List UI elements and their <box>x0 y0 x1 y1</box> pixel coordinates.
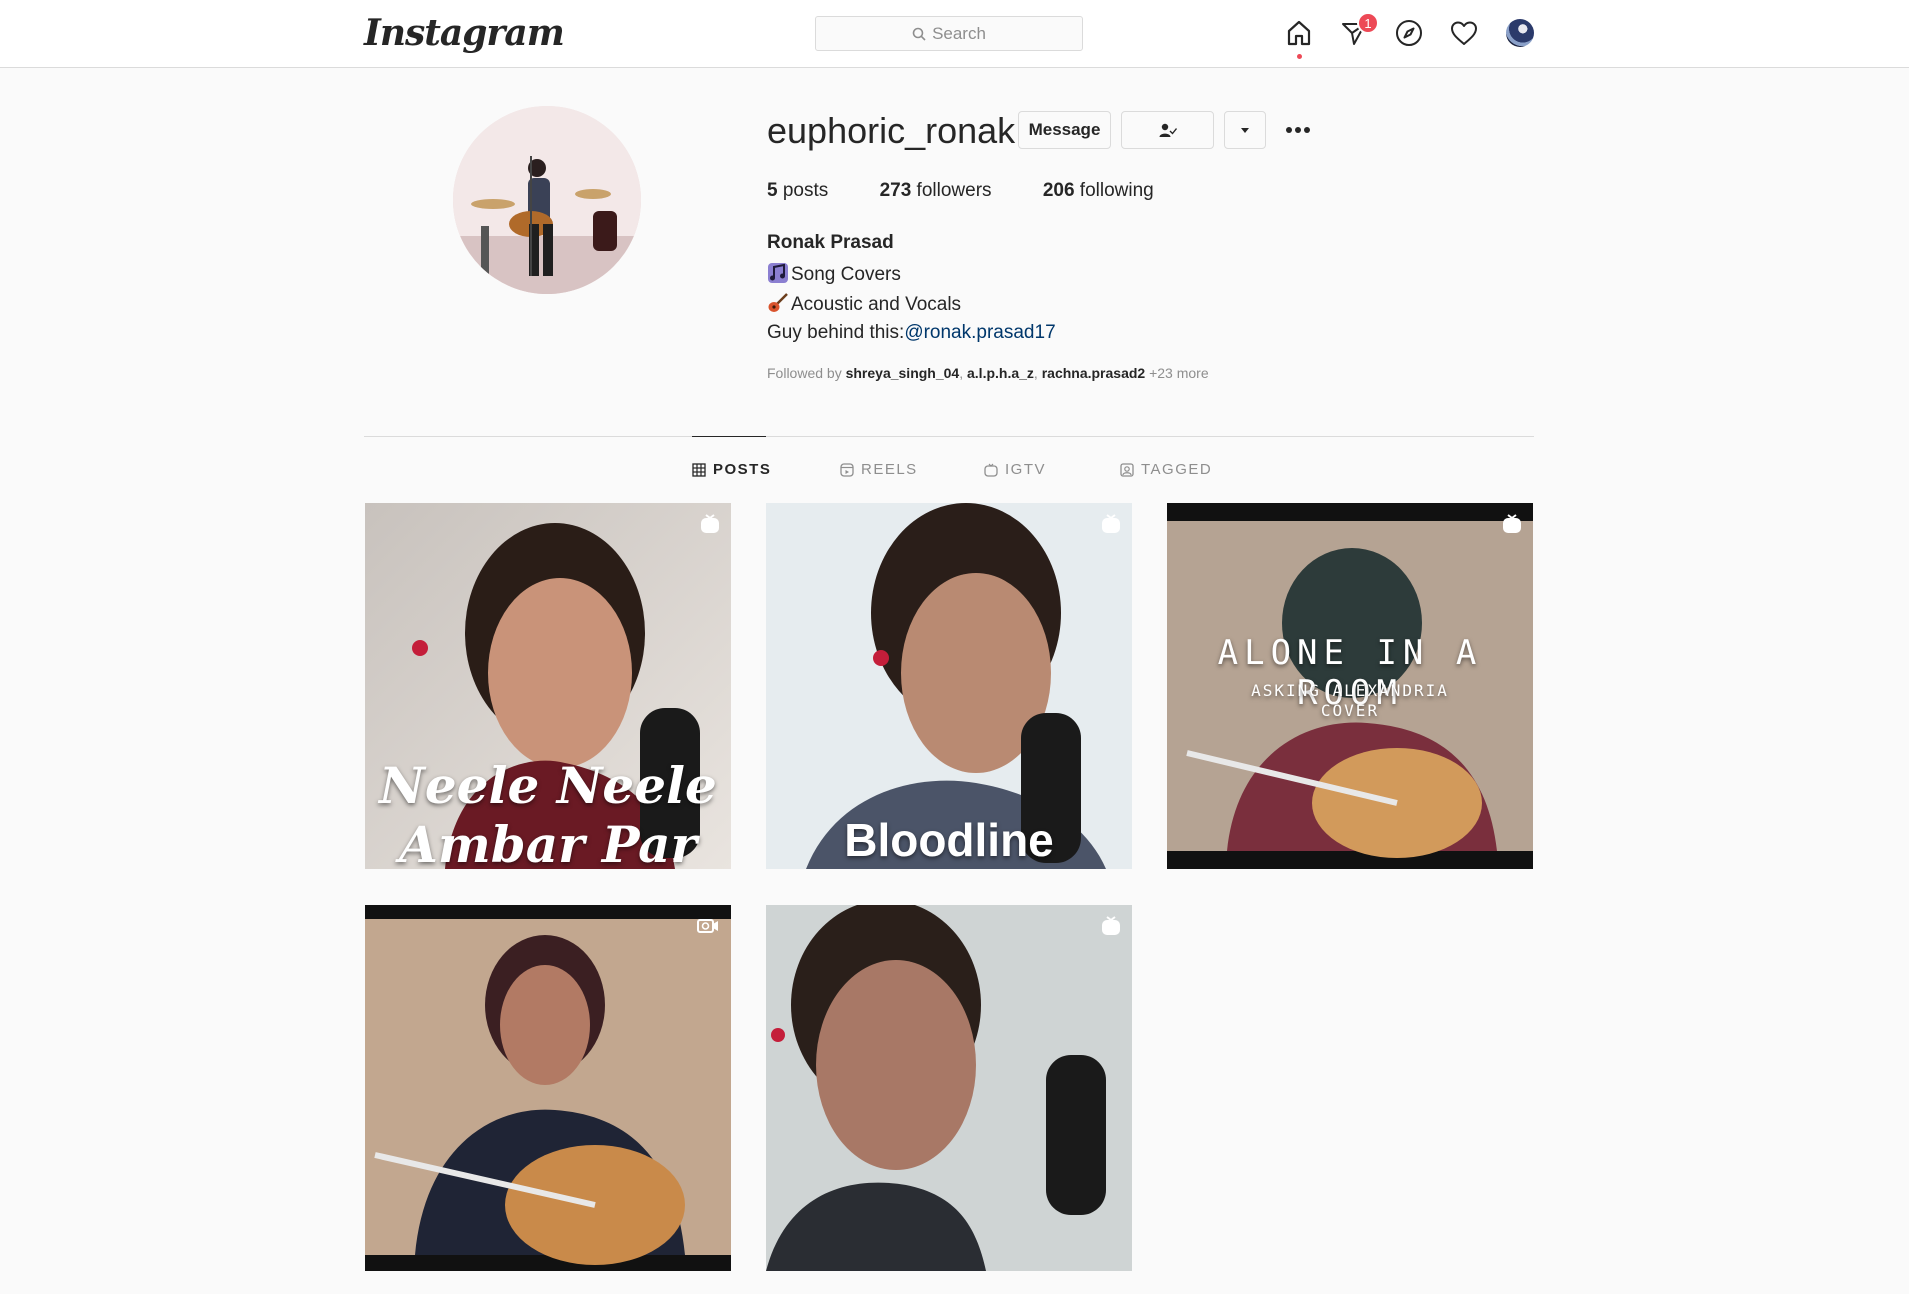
igtv-icon <box>1503 514 1521 533</box>
user-check-icon <box>1159 123 1177 137</box>
bio-line2: Acoustic and Vocals <box>791 294 962 315</box>
profile-stats: 5 posts 273 followers 206 following <box>767 180 1200 202</box>
post-caption-line2: ASKING ALEXANDRIA <box>1251 681 1449 700</box>
post-tile[interactable] <box>365 905 731 1271</box>
tab-posts-label: POSTS <box>713 461 772 478</box>
following-label: following <box>1079 180 1154 201</box>
musical-notes-icon <box>768 263 788 283</box>
posts-label: posts <box>782 180 829 201</box>
tagged-icon <box>1120 462 1134 477</box>
igtv-icon <box>1102 916 1120 935</box>
search-placeholder: Search <box>932 23 986 43</box>
post-caption-line1: Bloodline <box>844 814 1054 866</box>
video-icon <box>697 919 718 933</box>
bio-mention-link[interactable]: @ronak.prasad17 <box>904 322 1055 343</box>
tab-tagged-label: TAGGED <box>1141 461 1213 478</box>
instagram-logo[interactable]: Instagram <box>364 12 565 54</box>
top-navigation: Instagram Search 1 <box>0 0 1909 68</box>
following-status-button[interactable] <box>1121 111 1214 149</box>
post-tile[interactable]: Bloodline <box>766 503 1132 869</box>
profile-username: euphoric_ronak <box>767 110 1016 151</box>
tab-reels[interactable]: REELS <box>840 461 918 478</box>
tab-posts[interactable]: POSTS <box>692 461 771 478</box>
more-options-icon[interactable] <box>1282 114 1314 146</box>
posts-stat: 5 posts <box>767 180 828 201</box>
grid-icon <box>692 462 706 477</box>
igtv-icon <box>701 514 719 533</box>
guitar-icon <box>768 293 788 312</box>
notification-badge: 1 <box>1357 12 1379 34</box>
post-caption-line1: Neele Neele <box>379 756 717 815</box>
follower-user2: a.l.p.h.a_z <box>967 365 1034 381</box>
tab-tagged[interactable]: TAGGED <box>1120 461 1212 478</box>
followers-label: followers <box>916 180 992 201</box>
search-icon <box>912 27 926 41</box>
following-stat[interactable]: 206 following <box>1043 180 1154 201</box>
suggestions-dropdown-button[interactable] <box>1224 111 1266 149</box>
tab-igtv-label: IGTV <box>1005 461 1047 478</box>
followers-stat[interactable]: 273 followers <box>880 180 992 201</box>
bio-line-song-covers: Song Covers <box>767 262 901 286</box>
profile-avatar[interactable] <box>453 106 641 294</box>
post-caption-line2: Ambar Par <box>399 815 697 869</box>
nav-profile-avatar[interactable] <box>1506 19 1534 47</box>
post-tile[interactable] <box>766 905 1132 1271</box>
followers-count: 273 <box>879 180 912 201</box>
message-button-label: Message <box>1028 120 1101 139</box>
tabs-divider <box>364 436 1534 437</box>
igtv-icon <box>984 463 998 477</box>
bio-line1: Song Covers <box>791 264 901 285</box>
igtv-icon <box>1102 514 1120 533</box>
post-tile[interactable]: ALONE IN A ROOM ASKING ALEXANDRIA COVER <box>1167 503 1533 869</box>
post-thumbnail <box>365 905 731 1271</box>
followed-by-separator: , <box>1033 365 1042 381</box>
follower-user3: rachna.prasad2 <box>1041 365 1146 381</box>
followed-by-more: +23 more <box>1145 365 1209 381</box>
tab-igtv[interactable]: IGTV <box>984 461 1046 478</box>
followed-by-text[interactable]: Followed by shreya_singh_04, a.l.p.h.a_z… <box>767 365 1209 381</box>
active-tab-indicator <box>692 436 766 437</box>
home-active-dot <box>1297 54 1302 59</box>
bio-line-guy-behind: Guy behind this:@ronak.prasad17 <box>767 322 1056 344</box>
home-icon[interactable] <box>1282 16 1316 50</box>
bio-line3-prefix: Guy behind this: <box>767 322 905 343</box>
following-count: 206 <box>1042 180 1075 201</box>
post-thumbnail <box>766 905 1132 1271</box>
post-caption-line3: COVER <box>1320 701 1380 720</box>
follower-user1: shreya_singh_04 <box>845 365 960 381</box>
followed-by-separator: , <box>959 365 967 381</box>
posts-count: 5 <box>767 180 778 201</box>
profile-full-name: Ronak Prasad <box>767 232 894 253</box>
bio-line-acoustic: Acoustic and Vocals <box>767 292 961 316</box>
caret-down-icon <box>1241 128 1249 133</box>
message-button[interactable]: Message <box>1018 111 1111 149</box>
reels-icon <box>840 462 854 477</box>
post-tile[interactable]: Neele Neele Ambar Par <box>365 503 731 869</box>
search-input[interactable]: Search <box>815 16 1083 51</box>
explore-compass-icon[interactable] <box>1392 16 1426 50</box>
activity-heart-icon[interactable] <box>1447 16 1481 50</box>
tab-reels-label: REELS <box>861 461 918 478</box>
followed-by-prefix: Followed by <box>767 365 846 381</box>
